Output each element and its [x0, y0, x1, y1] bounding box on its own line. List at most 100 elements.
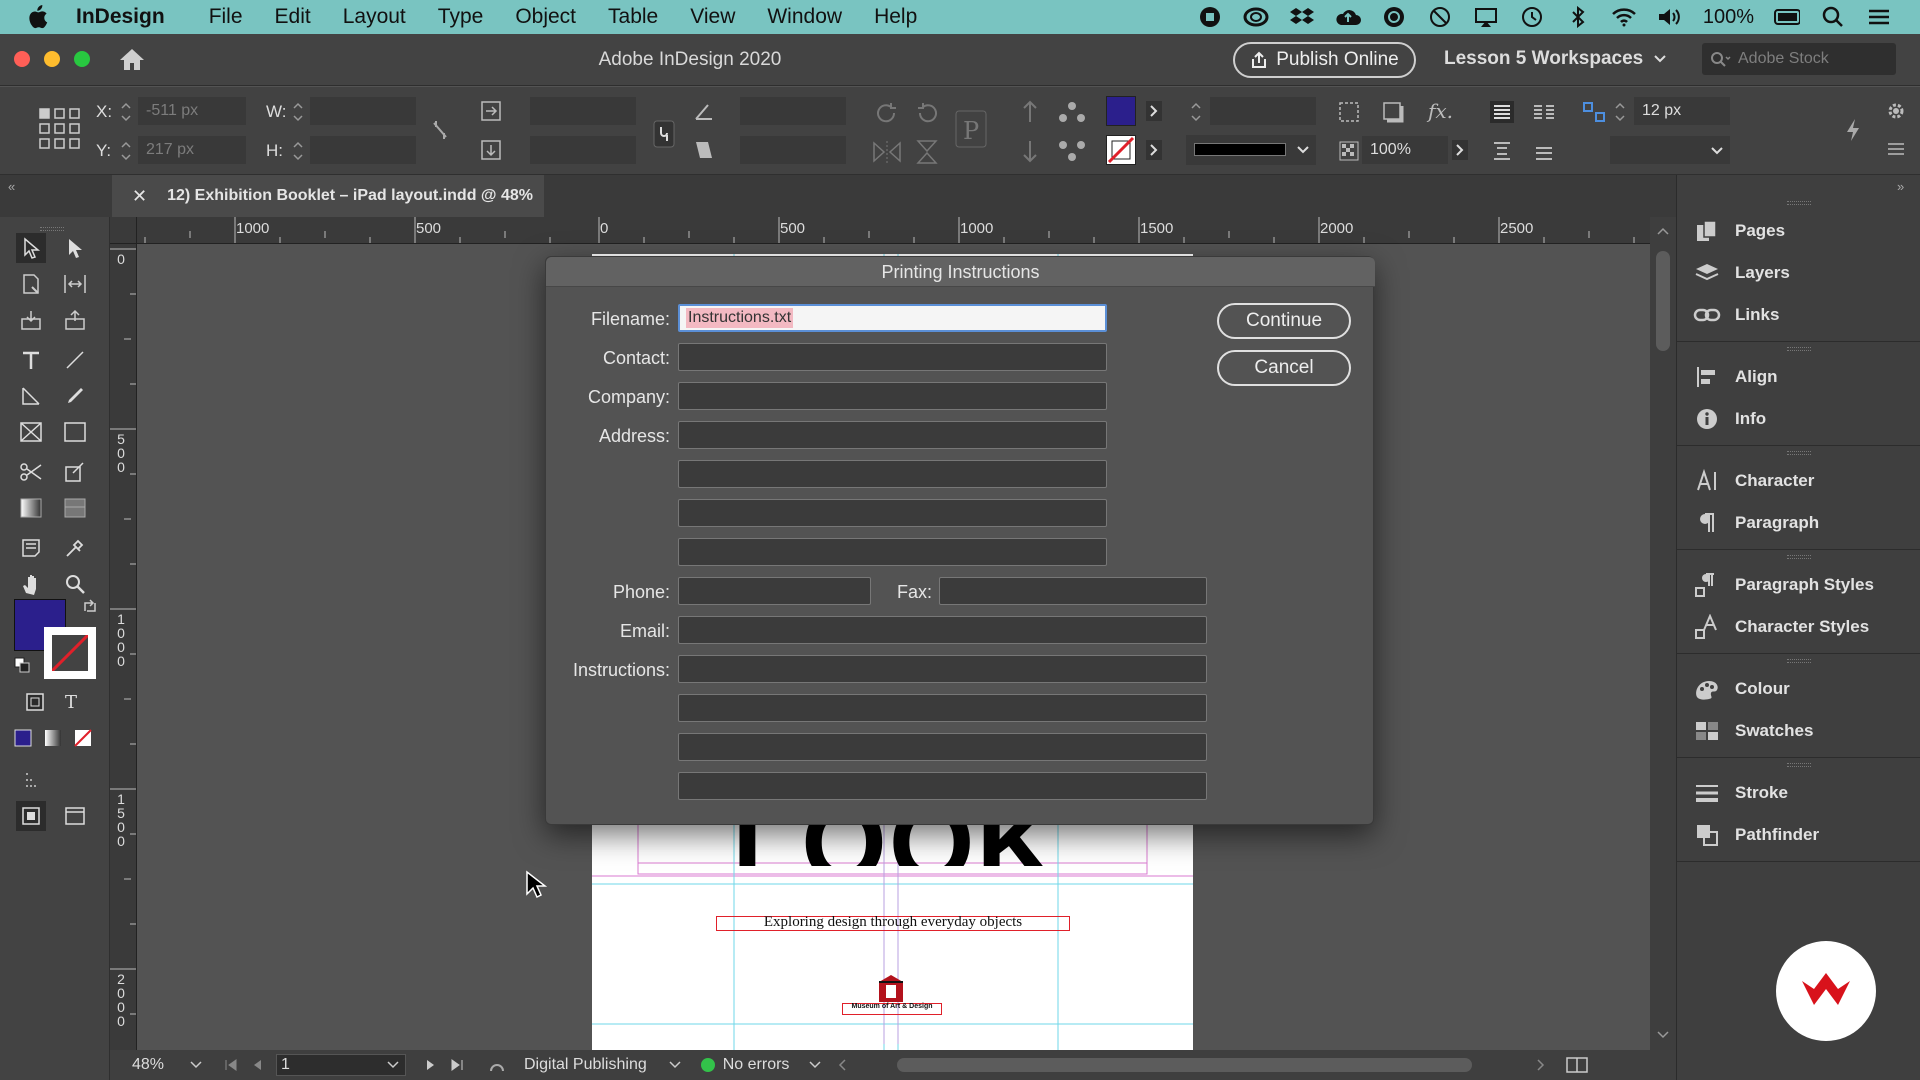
- rectangle-tool-icon[interactable]: [60, 417, 90, 447]
- constrain-proportions-icon[interactable]: [430, 117, 450, 143]
- apply-color-icon[interactable]: [8, 723, 38, 753]
- shear-angle-icon[interactable]: [694, 140, 714, 160]
- pencil-tool-icon[interactable]: [60, 381, 90, 411]
- stroke-weight-stepper-icon[interactable]: [1190, 99, 1202, 125]
- scale-x-dropdown[interactable]: [530, 97, 636, 125]
- rotate-cw-icon[interactable]: [874, 100, 900, 126]
- dropbox-icon[interactable]: [1289, 4, 1315, 30]
- zoom-tool-icon[interactable]: [60, 569, 90, 599]
- split-window-icon[interactable]: [1566, 1057, 1589, 1073]
- gutter-field[interactable]: 12 px: [1634, 97, 1730, 125]
- close-tab-icon[interactable]: ✕: [132, 186, 147, 207]
- pen-tool-icon[interactable]: [16, 381, 46, 411]
- auto-fit-icon[interactable]: [1338, 101, 1360, 123]
- panel-pages[interactable]: Pages: [1693, 212, 1913, 250]
- company-field[interactable]: [678, 382, 1107, 410]
- sync-icon[interactable]: [1381, 4, 1407, 30]
- email-field[interactable]: [678, 616, 1207, 644]
- filename-field[interactable]: Instructions.txt: [678, 304, 1107, 332]
- panel-pathfinder[interactable]: Pathfinder: [1693, 816, 1913, 854]
- scale-y-dropdown[interactable]: [530, 136, 636, 164]
- panel-stroke[interactable]: Stroke: [1693, 774, 1913, 812]
- apply-gradient-icon[interactable]: [38, 723, 68, 753]
- ruler-origin[interactable]: [110, 217, 137, 244]
- panel-links[interactable]: Links: [1693, 296, 1913, 334]
- battery-icon[interactable]: [1774, 4, 1800, 30]
- p-reference-icon[interactable]: P: [954, 109, 988, 149]
- spotlight-search-icon[interactable]: [1820, 4, 1846, 30]
- address-line-3-field[interactable]: [678, 499, 1107, 527]
- formatting-affects-text-icon[interactable]: T: [56, 687, 86, 717]
- menu-view[interactable]: View: [690, 5, 735, 29]
- collapse-toolbar-icon[interactable]: «: [8, 179, 15, 194]
- cloud-upload-icon[interactable]: [1335, 4, 1361, 30]
- toolbar-grip[interactable]: [40, 227, 64, 231]
- align-left-text-icon[interactable]: [1490, 101, 1514, 123]
- control-center-icon[interactable]: [1866, 4, 1892, 30]
- adobe-stock-search[interactable]: Adobe Stock: [1702, 43, 1896, 75]
- gap-tool-icon[interactable]: [60, 269, 90, 299]
- stroke-menu-arrow-icon[interactable]: [1146, 140, 1162, 160]
- select-previous-object-icon[interactable]: [1058, 100, 1086, 124]
- rotate-ccw-icon[interactable]: [914, 100, 940, 126]
- phone-field[interactable]: [678, 577, 871, 605]
- link-scale-icon[interactable]: [652, 119, 676, 149]
- type-tool-icon[interactable]: [16, 345, 46, 375]
- record-icon[interactable]: [1197, 4, 1223, 30]
- instructions-line-3-field[interactable]: [678, 733, 1207, 761]
- menu-window[interactable]: Window: [767, 5, 842, 29]
- opacity-icon[interactable]: [1338, 140, 1360, 162]
- stroke-weight-dropdown[interactable]: [1210, 97, 1316, 125]
- airplay-icon[interactable]: [1473, 4, 1499, 30]
- fill-swatch[interactable]: [1106, 96, 1136, 126]
- menu-help[interactable]: Help: [874, 5, 917, 29]
- opacity-arrow-icon[interactable]: [1452, 140, 1468, 160]
- address-line-2-field[interactable]: [678, 460, 1107, 488]
- text-align-dropdown[interactable]: [1610, 136, 1730, 164]
- eyedropper-tool-icon[interactable]: [60, 533, 90, 563]
- stroke-color-swatch[interactable]: [44, 627, 96, 679]
- preflight-dropdown-icon[interactable]: [809, 1061, 821, 1069]
- panel-paragraph-styles[interactable]: Paragraph Styles: [1693, 566, 1913, 604]
- drop-shadow-icon[interactable]: [1382, 101, 1404, 123]
- scale-y-icon[interactable]: [480, 139, 502, 161]
- next-page-icon[interactable]: [426, 1058, 436, 1072]
- address-line-1-field[interactable]: [678, 421, 1107, 449]
- vertical-ruler[interactable]: 0 500 1000 1500 2000: [110, 244, 137, 1050]
- publish-online-button[interactable]: Publish Online: [1233, 42, 1416, 78]
- preflight-status[interactable]: No errors: [723, 1056, 790, 1074]
- scroll-right-icon[interactable]: [1536, 1058, 1546, 1072]
- last-page-icon[interactable]: [450, 1058, 464, 1072]
- panel-grip[interactable]: [1787, 555, 1811, 559]
- vertical-justify-icon[interactable]: [1490, 140, 1514, 162]
- scissors-tool-icon[interactable]: [16, 457, 46, 487]
- panel-character-styles[interactable]: Character Styles: [1693, 608, 1913, 646]
- menu-table[interactable]: Table: [608, 5, 658, 29]
- text-columns-icon[interactable]: [1532, 101, 1556, 123]
- panel-grip[interactable]: [1787, 763, 1811, 767]
- panel-menu-icon[interactable]: [1886, 141, 1906, 157]
- scale-x-icon[interactable]: [480, 100, 502, 122]
- panel-colour[interactable]: Colour: [1693, 670, 1913, 708]
- first-page-icon[interactable]: [224, 1058, 238, 1072]
- free-transform-tool-icon[interactable]: [60, 457, 90, 487]
- gutter-stepper-icon[interactable]: [1614, 99, 1626, 125]
- vertical-scrollbar-thumb[interactable]: [1656, 251, 1670, 351]
- creative-cloud-icon[interactable]: [1243, 4, 1269, 30]
- panel-swatches[interactable]: Swatches: [1693, 712, 1913, 750]
- zoom-level[interactable]: 48%: [132, 1056, 182, 1074]
- panel-character[interactable]: Character: [1693, 462, 1913, 500]
- instructions-line-1-field[interactable]: [678, 655, 1207, 683]
- swap-colors-icon[interactable]: [82, 599, 98, 615]
- selection-tool-icon[interactable]: [16, 233, 46, 263]
- rotation-angle-icon[interactable]: [694, 101, 714, 121]
- h-stepper-icon[interactable]: [292, 138, 304, 164]
- note-tool-icon[interactable]: [16, 533, 46, 563]
- cancel-button[interactable]: Cancel: [1217, 350, 1351, 386]
- scroll-left-icon[interactable]: [837, 1058, 847, 1072]
- menu-edit[interactable]: Edit: [275, 5, 311, 29]
- panel-align[interactable]: Align: [1693, 358, 1913, 396]
- horizontal-scrollbar[interactable]: [897, 1058, 1473, 1072]
- gutter-icon[interactable]: [1582, 101, 1606, 123]
- fx-effects-icon[interactable]: fx.: [1428, 99, 1453, 123]
